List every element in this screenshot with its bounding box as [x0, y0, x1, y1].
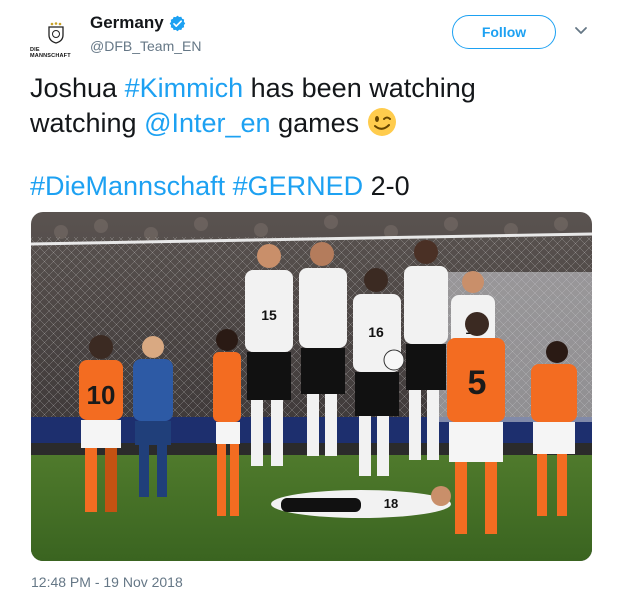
- tweet-timestamp[interactable]: 12:48 PM - 19 Nov 2018: [31, 574, 183, 590]
- svg-text:10: 10: [87, 380, 116, 410]
- svg-text:18: 18: [384, 496, 398, 511]
- tweet-line: Joshua #Kimmich has been watching: [30, 71, 590, 106]
- account-name-row: Germany: [90, 13, 186, 33]
- tweet-line: #DieMannschaft #GERNED 2-0: [30, 169, 590, 204]
- tweet-text-segment: games: [270, 108, 367, 138]
- tweet-text-segment: 2-0: [363, 171, 410, 201]
- avatar-text: DIE MANNSCHAFT: [30, 46, 71, 59]
- tweet-text-segment: [225, 171, 233, 201]
- tweet-text-segment: has been watching: [243, 73, 476, 103]
- hashtag-gerned-link[interactable]: #GERNED: [233, 171, 364, 201]
- display-name[interactable]: Germany: [90, 13, 164, 33]
- hashtag-kimmich-link[interactable]: #Kimmich: [125, 73, 244, 103]
- verified-badge-icon: [169, 15, 185, 31]
- mention-inter-link[interactable]: @Inter_en: [144, 108, 270, 138]
- svg-text:5: 5: [468, 364, 487, 402]
- tweet-photo[interactable]: 10 15 16 5 18: [31, 212, 592, 561]
- tweet-text: Joshua #Kimmich has been watching watchi…: [30, 71, 590, 204]
- tweet-text-segment: Joshua: [30, 73, 125, 103]
- chevron-down-icon[interactable]: [574, 26, 588, 36]
- football-photo-illustration: 10 15 16 5 18: [31, 212, 592, 561]
- svg-text:16: 16: [368, 324, 384, 340]
- winking-face-emoji-icon: [367, 108, 396, 136]
- dfb-crest-icon: [48, 21, 64, 44]
- avatar[interactable]: DIE MANNSCHAFT: [30, 14, 82, 66]
- tweet-line: watching @Inter_en games: [30, 106, 590, 141]
- tweet-text-segment: watching: [30, 108, 145, 138]
- follow-button[interactable]: Follow: [452, 15, 556, 49]
- svg-text:15: 15: [261, 307, 277, 323]
- hashtag-diemannschaft-link[interactable]: #DieMannschaft: [30, 171, 225, 201]
- account-handle[interactable]: @DFB_Team_EN: [90, 38, 201, 54]
